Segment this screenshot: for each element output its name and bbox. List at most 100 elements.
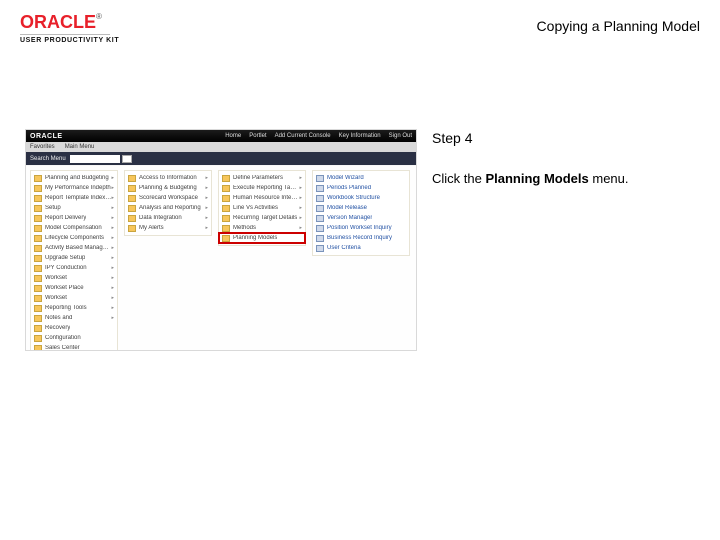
menu-item[interactable]: Planning & Budgeting▸ bbox=[125, 183, 211, 193]
chevron-right-icon: ▸ bbox=[111, 305, 114, 311]
menu-item[interactable]: Workset Place ▸ bbox=[31, 283, 117, 293]
submenu-item[interactable]: Workbook Structure bbox=[313, 193, 409, 203]
app-subnav: Favorites Main Menu bbox=[26, 142, 416, 152]
app-screenshot: ORACLE Home Portlet Add Current Console … bbox=[25, 129, 417, 351]
menu-item[interactable]: Model Compensation▸ bbox=[31, 223, 117, 233]
menu-item[interactable]: Scorecard Workspace▸ bbox=[125, 193, 211, 203]
chevron-right-icon: ▸ bbox=[205, 225, 208, 231]
menu-item[interactable]: IPY Conduction▸ bbox=[31, 263, 117, 273]
submenu-item[interactable]: Periods Planned bbox=[313, 183, 409, 193]
menu-col-1: Planning and Budgeting▸My Performance In… bbox=[30, 170, 118, 351]
menu-item[interactable]: Setup▸ bbox=[31, 203, 117, 213]
menu-item[interactable]: Workset▸ bbox=[31, 293, 117, 303]
chevron-right-icon: ▸ bbox=[299, 205, 302, 211]
subnav-mainmenu[interactable]: Main Menu bbox=[65, 144, 95, 150]
submenu-item-label: User Criteria bbox=[327, 245, 361, 251]
folder-icon bbox=[222, 175, 230, 182]
folder-icon bbox=[34, 345, 42, 352]
search-go-button[interactable] bbox=[122, 155, 132, 163]
menu-item[interactable]: Human Resource Integration▸ bbox=[219, 193, 305, 203]
folder-icon bbox=[222, 225, 230, 232]
nav-portlet[interactable]: Portlet bbox=[249, 133, 266, 139]
menu-item[interactable]: Line Vs Activities ▸ bbox=[219, 203, 305, 213]
nav-home[interactable]: Home bbox=[225, 133, 241, 139]
menu-item-label: Report Template Indexes bbox=[45, 195, 111, 201]
chevron-right-icon: ▸ bbox=[111, 285, 114, 291]
folder-icon bbox=[128, 195, 136, 202]
chevron-right-icon: ▸ bbox=[205, 185, 208, 191]
nav-console[interactable]: Add Current Console bbox=[275, 133, 331, 139]
nav-signout[interactable]: Sign Out bbox=[389, 133, 412, 139]
search-input[interactable] bbox=[70, 155, 120, 163]
menu-item-label: Activity Based Management bbox=[45, 245, 111, 251]
menu-item[interactable]: Methods▸ bbox=[219, 223, 305, 233]
menu-item-label: Define Parameters bbox=[233, 175, 283, 181]
menu-item[interactable]: Access to Information▸ bbox=[125, 173, 211, 183]
folder-icon bbox=[34, 215, 42, 222]
chevron-right-icon: ▸ bbox=[111, 185, 114, 191]
menu-item[interactable]: Define Parameters▸ bbox=[219, 173, 305, 183]
submenu-item[interactable]: Position Workset Inquiry bbox=[313, 223, 409, 233]
submenu-item[interactable]: Version Manager bbox=[313, 213, 409, 223]
submenu-item[interactable]: Model Release bbox=[313, 203, 409, 213]
folder-icon bbox=[34, 275, 42, 282]
chevron-right-icon: ▸ bbox=[299, 225, 302, 231]
menu-item[interactable]: My Alerts▸ bbox=[125, 223, 211, 233]
menu-item[interactable]: Workset▸ bbox=[31, 273, 117, 283]
step-bold: Planning Models bbox=[485, 171, 588, 186]
step-label: Step 4 bbox=[432, 130, 692, 146]
search-label: Search Menu bbox=[30, 156, 66, 162]
folder-icon bbox=[222, 215, 230, 222]
app-topbar: ORACLE Home Portlet Add Current Console … bbox=[26, 130, 416, 142]
nav-keyinfo[interactable]: Key Information bbox=[339, 133, 381, 139]
chevron-right-icon: ▸ bbox=[111, 225, 114, 231]
submenu-item-label: Periods Planned bbox=[327, 185, 371, 191]
chevron-right-icon: ▸ bbox=[299, 195, 302, 201]
folder-icon bbox=[34, 235, 42, 242]
submenu-item[interactable]: Business Record Inquiry bbox=[313, 233, 409, 243]
chevron-right-icon: ▸ bbox=[111, 215, 114, 221]
menu-item[interactable]: Upgrade Setup▸ bbox=[31, 253, 117, 263]
trademark: ® bbox=[96, 12, 102, 21]
menu-item[interactable]: Data Integration▸ bbox=[125, 213, 211, 223]
document-icon bbox=[316, 175, 324, 182]
menu-item-label: Workset Place bbox=[45, 285, 84, 291]
menu-item[interactable]: My Performance Indepth▸ bbox=[31, 183, 117, 193]
folder-icon bbox=[34, 315, 42, 322]
menu-item[interactable]: Sales Center bbox=[31, 343, 117, 351]
subnav-favorites[interactable]: Favorites bbox=[30, 144, 55, 150]
instruction-panel: Step 4 Click the Planning Models menu. bbox=[432, 130, 692, 188]
submenu-item[interactable]: Model Wizard bbox=[313, 173, 409, 183]
app-body: Planning and Budgeting▸My Performance In… bbox=[26, 166, 416, 350]
menu-item-label: Notes and bbox=[45, 315, 72, 321]
submenu-item[interactable]: User Criteria bbox=[313, 243, 409, 253]
folder-icon bbox=[34, 285, 42, 292]
chevron-right-icon: ▸ bbox=[111, 235, 114, 241]
menu-item[interactable]: Report Template Indexes▸ bbox=[31, 193, 117, 203]
document-icon bbox=[316, 185, 324, 192]
menu-item[interactable]: Execute Reporting Tables▸ bbox=[219, 183, 305, 193]
menu-item[interactable]: Planning and Budgeting▸ bbox=[31, 173, 117, 183]
chevron-right-icon: ▸ bbox=[111, 315, 114, 321]
chevron-right-icon: ▸ bbox=[111, 255, 114, 261]
menu-item-label: Lifecycle Components bbox=[45, 235, 104, 241]
folder-icon bbox=[34, 295, 42, 302]
folder-icon bbox=[128, 205, 136, 212]
brand-block: ORACLE® USER PRODUCTIVITY KIT bbox=[20, 12, 119, 44]
menu-item-label: Access to Information bbox=[139, 175, 197, 181]
menu-item[interactable]: Analysis and Reporting▸ bbox=[125, 203, 211, 213]
menu-item[interactable]: Recovery bbox=[31, 323, 117, 333]
menu-item[interactable]: Report Delivery▸ bbox=[31, 213, 117, 223]
menu-item-planning-models[interactable]: Planning Models bbox=[219, 233, 305, 243]
menu-item[interactable]: Configuration bbox=[31, 333, 117, 343]
menu-item[interactable]: Reporting Tools▸ bbox=[31, 303, 117, 313]
menu-item[interactable]: Activity Based Management▸ bbox=[31, 243, 117, 253]
menu-item[interactable]: Recurring Target Details▸ bbox=[219, 213, 305, 223]
menu-item[interactable]: Lifecycle Components ▸ bbox=[31, 233, 117, 243]
chevron-right-icon: ▸ bbox=[111, 175, 114, 181]
menu-item[interactable]: Notes and ▸ bbox=[31, 313, 117, 323]
menu-item-label: Line Vs Activities bbox=[233, 205, 278, 211]
folder-icon bbox=[128, 225, 136, 232]
folder-icon bbox=[222, 195, 230, 202]
step-body: Click the Planning Models menu. bbox=[432, 170, 692, 188]
